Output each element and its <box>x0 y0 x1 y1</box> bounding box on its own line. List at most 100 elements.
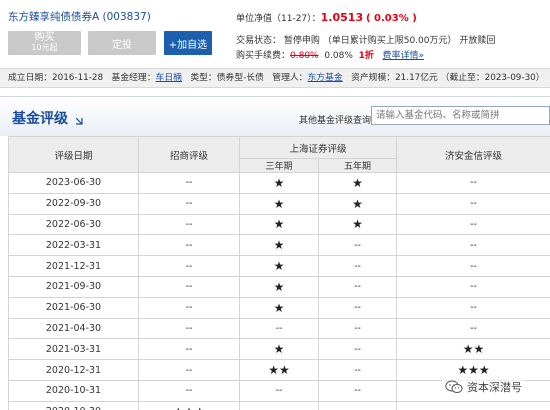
manager-label: 基金经理： <box>111 73 156 83</box>
three-year-cell: ★★ <box>239 359 319 381</box>
jian-cell: -- <box>396 172 550 194</box>
nav-info: 单位净值（11-27）：1.0513 ( 0.03% ) <box>236 11 417 24</box>
three-year-cell: ★ <box>239 234 319 257</box>
jian-cell: -- <box>396 317 550 340</box>
rating-table: 评级日期 招商评级 上海证券评级 济安金信评级 三年期 五年期 2023-06-… <box>8 136 550 410</box>
three-year-cell: -- <box>239 400 319 410</box>
table-row: 2023-06-30 -- ★ ★ -- <box>8 172 550 194</box>
jian-cell: -- <box>396 255 550 277</box>
table-row: 2021-12-31 -- ★ -- -- <box>8 255 550 277</box>
table-row: 2021-04-30 -- -- -- -- <box>8 317 550 340</box>
date-cell: 2021-06-30 <box>8 296 139 319</box>
manager-link[interactable]: 车日楠 <box>156 73 182 83</box>
date-cell: 2022-06-30 <box>8 213 139 236</box>
date-cell: 2021-12-31 <box>8 255 139 277</box>
table-row: 2022-09-30 -- ★ ★ -- <box>8 192 550 215</box>
fee-original: 0.80% <box>290 51 319 61</box>
jian-cell: -- <box>396 296 550 319</box>
zhaoshang-cell: -- <box>138 338 240 361</box>
table-row: 2021-09-30 -- ★ -- -- <box>8 275 550 298</box>
scale-value: 21.17亿元 （截止至：2023-09-30） <box>395 73 545 83</box>
jian-cell: -- <box>396 400 550 410</box>
nav-label: 单位净值（11-27）： <box>236 14 321 24</box>
date-cell: 2020-10-31 <box>8 379 139 402</box>
zhaoshang-cell: -- <box>138 192 240 215</box>
date-cell: 2021-04-30 <box>8 317 139 340</box>
header-jian: 济安金信评级 <box>396 136 550 173</box>
fund-type: 债券型-长债 <box>216 73 264 83</box>
five-year-cell: -- <box>317 317 398 340</box>
table-row: 2022-06-30 -- ★ ★ -- <box>8 213 550 236</box>
watermark-text: 资本深潜号 <box>467 381 522 394</box>
zhaoshang-cell: -- <box>138 359 240 381</box>
jian-cell: ★★ <box>396 338 550 361</box>
buy-button[interactable]: 购买 10元起 <box>8 31 81 55</box>
five-year-cell: ★ <box>317 172 398 194</box>
header-zhaoshang: 招商评级 <box>138 136 240 173</box>
trade-status: 交易状态： 暂停申购 （单日累计购买上限50.00万元） 开放赎回 <box>236 36 496 46</box>
date-cell: 2021-09-30 <box>8 275 139 298</box>
rating-query-input[interactable] <box>371 106 550 125</box>
zhaoshang-cell: -- <box>138 296 240 319</box>
five-year-cell: -- <box>317 400 398 410</box>
date-cell: 2023-06-30 <box>8 172 139 194</box>
est-label: 成立日期： <box>8 73 52 83</box>
company-label: 管理人： <box>272 73 308 83</box>
jian-cell: -- <box>396 234 550 257</box>
jian-cell: -- <box>396 275 550 298</box>
date-cell: 2021-03-31 <box>8 338 139 361</box>
three-year-cell: ★ <box>239 338 319 361</box>
five-year-cell: ★ <box>317 213 398 236</box>
jian-cell: -- <box>396 192 550 215</box>
date-cell: 2020-10-30 <box>8 400 139 410</box>
fund-meta-bar: 成立日期：2016-11-28 基金经理：车日楠 类型：债券型-长债 管理人：东… <box>0 68 550 88</box>
fee-discount: 1折 <box>358 51 374 61</box>
header-date: 评级日期 <box>8 136 139 173</box>
three-year-cell: -- <box>239 379 319 402</box>
date-cell: 2020-12-31 <box>8 359 139 381</box>
date-cell: 2022-09-30 <box>8 192 139 215</box>
fee-detail-link[interactable]: 费率详情 <box>383 51 419 61</box>
three-year-cell: ★ <box>239 275 319 298</box>
fixed-investment-button[interactable]: 定投 <box>88 31 156 55</box>
zhaoshang-cell: -- <box>138 317 240 340</box>
five-year-cell: -- <box>317 338 398 361</box>
three-year-cell: -- <box>239 317 319 340</box>
five-year-cell: -- <box>317 296 398 319</box>
fund-title[interactable]: 东方臻享纯债债券A (003837) <box>8 9 151 24</box>
three-year-cell: ★ <box>239 213 319 236</box>
type-label: 类型： <box>190 73 217 83</box>
jian-cell: -- <box>396 213 550 236</box>
rating-section: 基金评级 其他基金评级查询： 评级日期 招商评级 上海证券评级 济安金信评级 三… <box>0 96 550 410</box>
nav-value: 1.0513 <box>320 11 364 24</box>
zhaoshang-cell: -- <box>138 275 240 298</box>
fee-discounted: 0.08% <box>324 51 353 61</box>
three-year-cell: ★ <box>239 296 319 319</box>
five-year-cell: -- <box>317 379 398 402</box>
table-row: 2022-03-31 -- ★ -- -- <box>8 234 550 257</box>
wechat-icon <box>445 380 463 393</box>
nav-change: ( 0.03% ) <box>365 13 417 24</box>
zhaoshang-cell: -- <box>138 234 240 257</box>
five-year-cell: -- <box>317 234 398 257</box>
zhaoshang-cell: -- <box>138 255 240 277</box>
rating-table-body: 2023-06-30 -- ★ ★ -- 2022-09-30 -- ★ ★ -- 2022-06-… <box>8 172 550 410</box>
add-watchlist-button[interactable]: +加自选 <box>164 31 212 55</box>
fee-info: 购买手续费：0.80% 0.08% 1折 费率详情» <box>236 48 424 61</box>
buy-button-label: 购买 <box>34 32 55 43</box>
company-link[interactable]: 东方基金 <box>307 73 342 83</box>
fund-header: 东方臻享纯债债券A (003837) 购买 10元起 定投 +加自选 单位净值（… <box>0 0 550 68</box>
scale-label: 资产规模： <box>351 73 396 83</box>
fee-detail-arrow[interactable]: » <box>419 51 425 61</box>
five-year-cell: -- <box>317 275 398 298</box>
five-year-cell: ★ <box>317 192 398 215</box>
buy-button-sub: 10元起 <box>31 43 58 52</box>
zhaoshang-cell: -- <box>138 379 240 402</box>
zhaoshang-cell: -- <box>138 172 240 194</box>
table-row: 2021-03-31 -- ★ -- ★★ <box>8 338 550 361</box>
table-row: 2020-10-30★★★------ <box>8 400 550 410</box>
header-five-year: 五年期 <box>317 158 398 173</box>
zhaoshang-cell: ★★★ <box>138 400 240 410</box>
zhaoshang-cell: -- <box>138 213 240 236</box>
watermark: 资本深潜号 <box>442 378 525 396</box>
